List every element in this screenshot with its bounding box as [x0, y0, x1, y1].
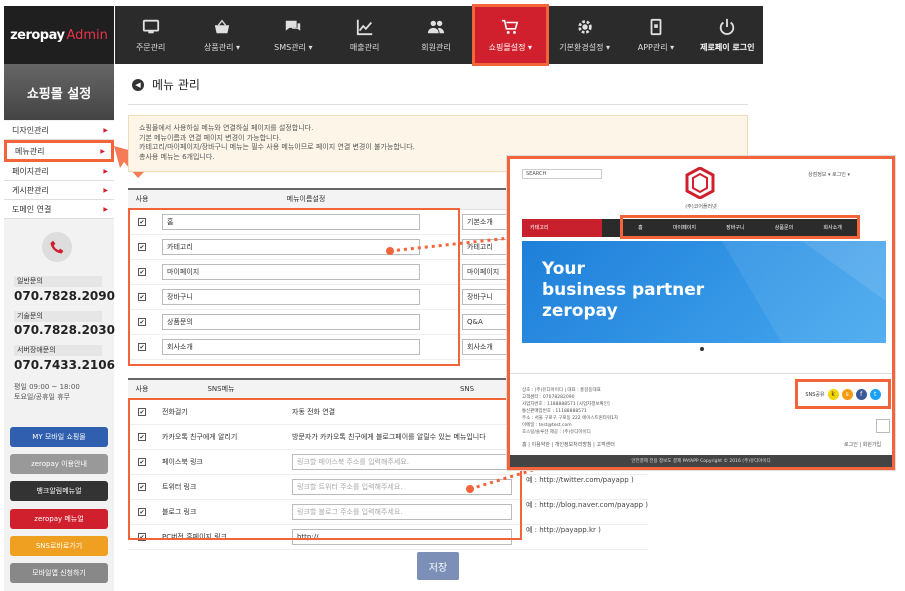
banner-line: Your [542, 259, 585, 279]
preview-menu-item: 마이페이지 [672, 224, 696, 231]
preview-category: 카테고리 [522, 219, 602, 237]
sns-label: SNS공유 [805, 391, 825, 398]
preview-footer-bar: 안전결제 전용 정보도 결제 PAYAPP Copyright © 2016 (… [510, 455, 892, 467]
preview-menu-item: 장바구니 [726, 224, 745, 231]
kakaotalk-icon: k [827, 388, 839, 400]
preview-menu-item: 상품문의 [774, 224, 794, 231]
preview-shop-name: (주)코어플러넷 [685, 204, 717, 210]
preview-menu-item: 홈 [638, 224, 643, 231]
connector-dot [466, 485, 474, 493]
preview-search-input: SEARCH [522, 169, 602, 179]
banner-line: zeropay [542, 301, 618, 321]
shop-preview: SEARCH 상점정보 ▾ 로그인 ▾ (주)코어플러넷 카테고리 홈 마이페이… [507, 156, 895, 470]
connector-dot [386, 247, 394, 255]
preview-footer-info: 상호 : (주)유디아이디 | 대표 : 홍길동대표 고객센터 : 070782… [522, 388, 619, 435]
preview-logo-icon [685, 167, 715, 199]
preview-footer-right: 로그인 | 회원가입 [844, 442, 882, 448]
facebook-icon: f [855, 388, 867, 400]
preview-banner: Your business partner zeropay [522, 241, 886, 343]
preview-menu-item: 회사소개 [823, 224, 842, 231]
slide-indicator [700, 347, 704, 351]
banner-line: business partner [542, 280, 705, 300]
preview-sns-highlight: SNS공유 k s f t [795, 379, 891, 409]
preview-menu-highlight: 홈 마이페이지 장바구니 상품문의 회사소개 [620, 215, 860, 239]
scroll-top-button [876, 419, 890, 433]
twitter-icon: t [869, 388, 881, 400]
preview-divider [510, 373, 892, 374]
preview-top-links: 상점정보 ▾ 로그인 ▾ [808, 172, 850, 178]
kakaostory-icon: s [841, 388, 853, 400]
preview-footer-links: 홈 | 이용약관 | 개인정보처리방침 | 고객센터 [522, 442, 615, 448]
